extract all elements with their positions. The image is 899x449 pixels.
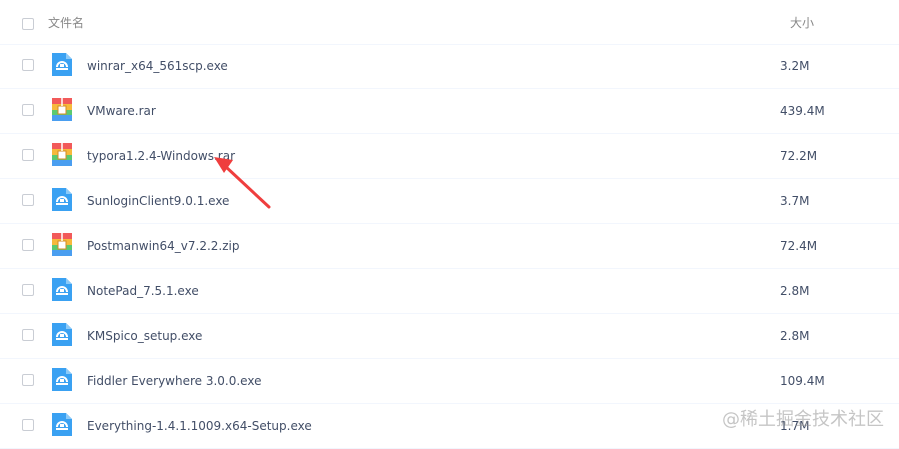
file-list-header: 文件名 大小 (0, 0, 899, 45)
exe-file-icon[interactable] (52, 188, 72, 211)
file-row[interactable]: Fiddler Everywhere 3.0.0.exe 109.4M (0, 359, 899, 404)
archive-file-icon[interactable] (52, 233, 72, 256)
file-row-checkbox[interactable] (22, 284, 34, 296)
file-row[interactable]: NotePad_7.5.1.exe 2.8M (0, 269, 899, 314)
select-all-checkbox[interactable] (22, 18, 34, 30)
watermark-label: @稀土掘金技术社区 (722, 409, 884, 430)
file-name[interactable]: typora1.2.4-Windows.rar (87, 148, 235, 164)
file-name[interactable]: Fiddler Everywhere 3.0.0.exe (87, 373, 261, 389)
file-name[interactable]: SunloginClient9.0.1.exe (87, 193, 229, 209)
file-name[interactable]: Everything-1.4.1.1009.x64-Setup.exe (87, 418, 312, 434)
file-row-checkbox[interactable] (22, 194, 34, 206)
file-name[interactable]: VMware.rar (87, 103, 156, 119)
file-size: 2.8M (780, 284, 810, 298)
file-row-checkbox[interactable] (22, 59, 34, 71)
file-row-checkbox[interactable] (22, 419, 34, 431)
column-header-filename[interactable]: 文件名 (48, 15, 84, 31)
file-row[interactable]: VMware.rar 439.4M (0, 89, 899, 134)
file-name[interactable]: NotePad_7.5.1.exe (87, 283, 199, 299)
file-name[interactable]: winrar_x64_561scp.exe (87, 58, 228, 74)
file-row[interactable]: winrar_x64_561scp.exe 3.2M (0, 44, 899, 89)
file-row-checkbox[interactable] (22, 104, 34, 116)
file-size: 72.4M (780, 239, 818, 253)
file-row-checkbox[interactable] (22, 329, 34, 341)
file-row[interactable]: SunloginClient9.0.1.exe 3.7M (0, 179, 899, 224)
exe-file-icon[interactable] (52, 368, 72, 391)
file-name[interactable]: Postmanwin64_v7.2.2.zip (87, 238, 239, 254)
file-row[interactable]: KMSpico_setup.exe 2.8M (0, 314, 899, 359)
file-row-checkbox[interactable] (22, 149, 34, 161)
file-size: 109.4M (780, 374, 825, 388)
exe-file-icon[interactable] (52, 323, 72, 346)
exe-file-icon[interactable] (52, 413, 72, 436)
file-name[interactable]: KMSpico_setup.exe (87, 328, 202, 344)
exe-file-icon[interactable] (52, 278, 72, 301)
file-size: 72.2M (780, 149, 818, 163)
archive-file-icon[interactable] (52, 143, 72, 166)
column-header-size[interactable]: 大小 (790, 15, 814, 31)
file-size: 3.2M (780, 59, 810, 73)
archive-file-icon[interactable] (52, 98, 72, 121)
file-row-checkbox[interactable] (22, 239, 34, 251)
file-size: 439.4M (780, 104, 825, 118)
file-size: 2.8M (780, 329, 810, 343)
exe-file-icon[interactable] (52, 53, 72, 76)
file-row-checkbox[interactable] (22, 374, 34, 386)
file-row[interactable]: typora1.2.4-Windows.rar 72.2M (0, 134, 899, 179)
file-size: 3.7M (780, 194, 810, 208)
file-row[interactable]: Postmanwin64_v7.2.2.zip 72.4M (0, 224, 899, 269)
